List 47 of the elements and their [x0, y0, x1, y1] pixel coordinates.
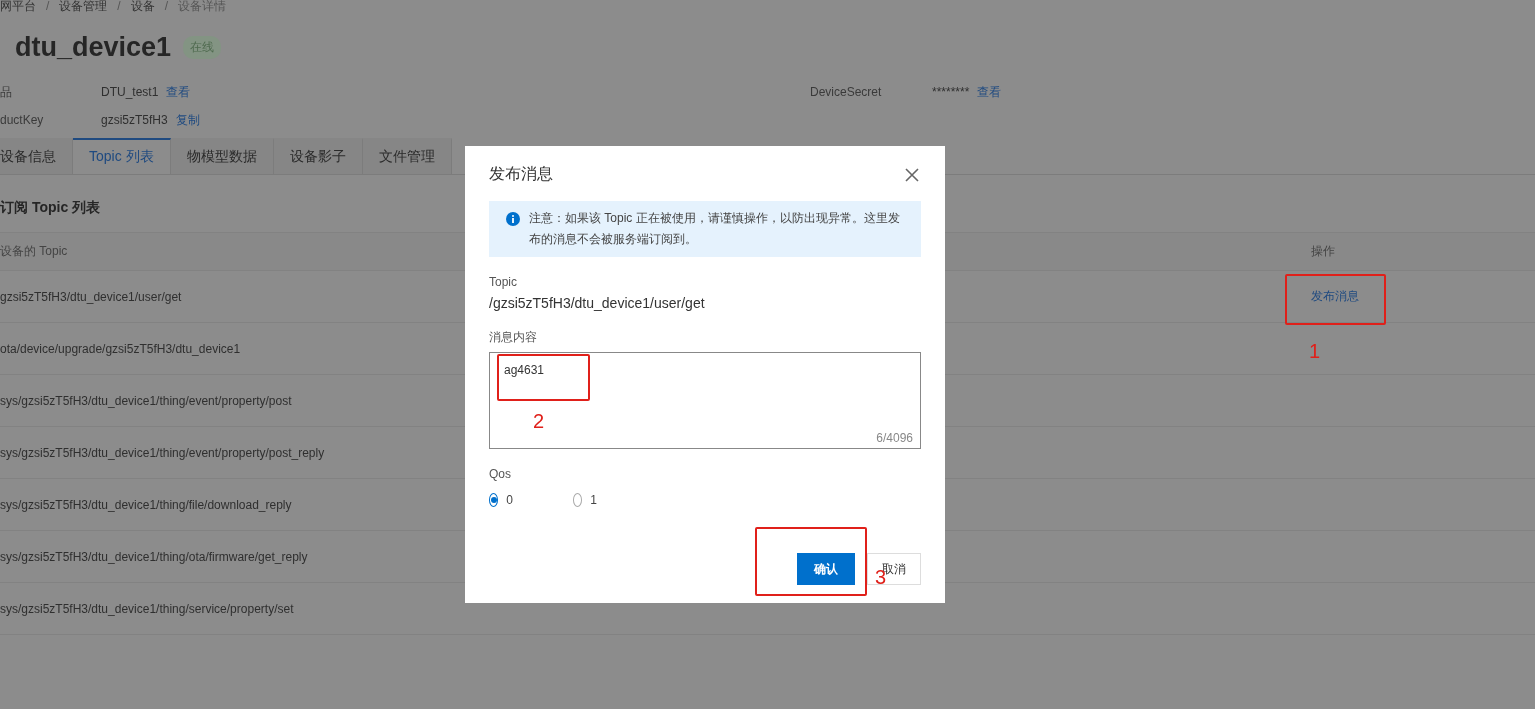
confirm-button[interactable]: 确认 [797, 553, 855, 585]
topic-cell: ota/device/upgrade/gzsi5zT5fH3/dtu_device1 [0, 341, 241, 356]
qos-radio[interactable]: 0 [489, 493, 513, 507]
info-label: DeviceSecret [810, 84, 882, 100]
breadcrumb-item[interactable]: 网平台 [0, 0, 36, 12]
dialog-title: 发布消息 [489, 164, 553, 184]
step-number: 2 [533, 410, 545, 433]
breadcrumb-item[interactable]: 设备管理 [59, 0, 108, 12]
field-label: Topic [489, 275, 517, 289]
field-label: 消息内容 [489, 329, 537, 346]
topic-cell: sys/gzsi5zT5fH3/dtu_device1/thing/event/property/post [0, 393, 292, 408]
char-counter: 6/4096 [876, 431, 913, 445]
field-label: Qos [489, 467, 511, 481]
device-title: dtu_device1 [15, 31, 172, 63]
notice-text: 注意：如果该 Topic 正在被使用，请谨慎操作，以防出现异常。这里发布的消息不会被服务端订阅到。 [529, 210, 901, 248]
tab[interactable]: 设备信息 [0, 138, 73, 174]
close-icon [903, 165, 921, 184]
breadcrumb-separator: / [46, 0, 50, 12]
tab[interactable]: 物模型数据 [170, 138, 274, 174]
breadcrumb-separator: / [117, 0, 121, 12]
qos-radio[interactable]: 1 [573, 493, 597, 507]
info-label: 品 [0, 84, 12, 100]
publish-link[interactable]: 发布消息 [1311, 288, 1535, 305]
column-header: 设备的 Topic [0, 243, 68, 260]
info-link[interactable]: 查看 [166, 84, 191, 100]
info-link[interactable]: 查看 [977, 84, 1002, 100]
tab[interactable]: 设备影子 [273, 138, 363, 174]
step-number: 1 [1309, 340, 1321, 363]
info-value: DTU_test1 [101, 84, 159, 100]
close-button[interactable] [903, 165, 921, 184]
tab[interactable]: Topic 列表 [73, 138, 171, 174]
topic-cell: sys/gzsi5zT5fH3/dtu_device1/thing/service/property/set [0, 601, 294, 616]
info-value: ******** [932, 84, 970, 100]
topic-cell: sys/gzsi5zT5fH3/dtu_device1/thing/file/download_reply [0, 497, 292, 512]
breadcrumb-item[interactable]: 设备 [130, 0, 155, 12]
info-label: ductKey [0, 112, 44, 128]
breadcrumb-separator: / [164, 0, 169, 12]
topic-cell: sys/gzsi5zT5fH3/dtu_device1/thing/ota/firmware/get_reply [0, 549, 308, 564]
info-icon [506, 212, 520, 226]
tab[interactable]: 文件管理 [362, 138, 452, 174]
topic-value: /gzsi5zT5fH3/dtu_device1/user/get [489, 295, 705, 311]
section-title: 订阅 Topic 列表 [0, 199, 101, 217]
column-header: 操作 [1311, 243, 1335, 260]
topic-cell: sys/gzsi5zT5fH3/dtu_device1/thing/event/property/post_reply [0, 445, 325, 460]
info-link[interactable]: 复制 [175, 112, 200, 128]
topic-cell: gzsi5zT5fH3/dtu_device1/user/get [0, 289, 182, 304]
info-value: gzsi5zT5fH3 [101, 112, 168, 128]
